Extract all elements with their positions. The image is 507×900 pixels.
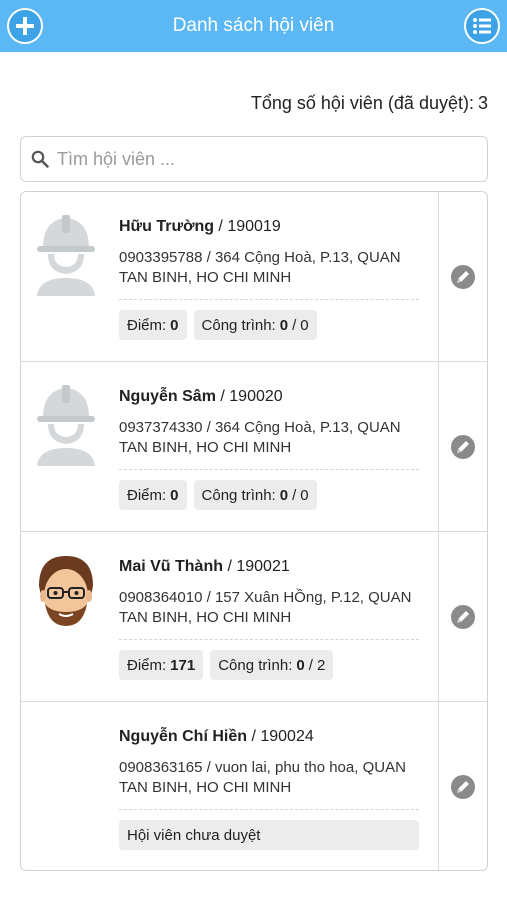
points-value: 0 [170, 486, 179, 504]
projects-done: 0 [279, 486, 289, 504]
search-box[interactable] [20, 136, 488, 182]
edit-icon[interactable] [450, 264, 476, 290]
menu-list-button[interactable] [464, 8, 500, 44]
app-header: Danh sách hội viên [0, 0, 507, 52]
points-badge: Điểm: 171 [119, 650, 204, 680]
member-action-column [438, 362, 487, 531]
points-label: Điểm: [127, 656, 167, 674]
member-total: Tổng số hội viên (đã duyệt): 3 [251, 93, 488, 114]
member-name-line: Mai Vũ Thành / 190021 [119, 558, 290, 575]
member-total-label: Tổng số hội viên (đã duyệt): [250, 93, 474, 113]
member-name-line: Nguyễn Chí Hiền / 190024 [119, 728, 314, 745]
member-card[interactable]: Nguyễn Sâm / 190020 0937374330 / 364 Cộn… [21, 362, 487, 532]
add-icon [16, 17, 34, 35]
edit-icon[interactable] [450, 604, 476, 630]
edit-icon[interactable] [450, 774, 476, 800]
member-stats: Điểm: 171 Công trình: 0/2 [119, 650, 421, 680]
member-info: Mai Vũ Thành / 190021 0908364010 / 157 X… [119, 558, 421, 680]
member-name: Nguyễn Chí Hiền [119, 728, 248, 745]
member-total-count: 3 [477, 93, 488, 113]
projects-separator: / [292, 486, 297, 504]
add-button[interactable] [7, 8, 43, 44]
member-name-line: Hữu Trường / 190019 [119, 218, 281, 235]
points-label: Điểm: [127, 486, 167, 504]
member-phone: 0903395788 [119, 249, 203, 266]
member-info: Nguyễn Chí Hiền / 190024 0908363165 / vu… [119, 728, 421, 850]
projects-label: Công trình: [201, 316, 276, 334]
member-contact: 0908364010 / 157 Xuân HỒng, P.12, QUAN T… [119, 589, 412, 626]
projects-separator: / [292, 316, 297, 334]
member-action-column [438, 702, 487, 870]
cartoon-face-avatar [39, 556, 93, 626]
projects-badge: Công trình: 0/2 [210, 650, 334, 680]
member-info: Nguyễn Sâm / 190020 0937374330 / 364 Cộn… [119, 388, 421, 510]
status-text: Hội viên chưa duyệt [127, 826, 261, 844]
projects-separator: / [308, 656, 313, 674]
member-id: 190024 [260, 728, 314, 745]
member-phone: 0908363165 [119, 759, 203, 776]
points-label: Điểm: [127, 316, 167, 334]
projects-badge: Công trình: 0/0 [193, 310, 317, 340]
projects-total: 0 [300, 316, 309, 334]
projects-label: Công trình: [218, 656, 293, 674]
member-card[interactable]: Hữu Trường / 190019 0903395788 / 364 Cộn… [21, 192, 487, 362]
projects-badge: Công trình: 0/0 [193, 480, 317, 510]
list-icon [473, 18, 491, 34]
member-contact: 0937374330 / 364 Cộng Hoà, P.13, QUAN TA… [119, 419, 401, 456]
worker-helmet-icon [37, 385, 95, 466]
member-card[interactable]: Nguyễn Chí Hiền / 190024 0908363165 / vu… [21, 702, 487, 870]
points-badge: Điểm: 0 [119, 480, 187, 510]
member-phone: 0937374330 [119, 419, 203, 436]
member-stats: Điểm: 0 Công trình: 0/0 [119, 480, 421, 510]
member-name: Mai Vũ Thành [119, 558, 223, 575]
projects-done: 0 [279, 316, 289, 334]
projects-done: 0 [296, 656, 305, 674]
projects-total: 0 [300, 486, 309, 504]
projects-total: 2 [316, 656, 326, 674]
member-stats: Hội viên chưa duyệt [119, 820, 421, 850]
member-name-line: Nguyễn Sâm / 190020 [119, 388, 283, 405]
worker-helmet-icon [37, 215, 95, 296]
points-value: 0 [170, 316, 179, 334]
member-stats: Điểm: 0 Công trình: 0/0 [119, 310, 421, 340]
member-action-column [438, 532, 487, 701]
divider [119, 639, 419, 640]
member-info: Hữu Trường / 190019 0903395788 / 364 Cộn… [119, 218, 421, 340]
points-badge: Điểm: 0 [119, 310, 187, 340]
divider [119, 469, 419, 470]
member-phone: 0908364010 [119, 589, 203, 606]
member-list: Hữu Trường / 190019 0903395788 / 364 Cộn… [20, 191, 488, 871]
member-contact: 0908363165 / vuon lai, phu tho hoa, QUAN… [119, 759, 406, 796]
member-card[interactable]: Mai Vũ Thành / 190021 0908364010 / 157 X… [21, 532, 487, 702]
search-input[interactable] [57, 148, 457, 170]
member-name: Hữu Trường [119, 218, 214, 235]
member-action-column [438, 192, 487, 361]
edit-icon[interactable] [450, 434, 476, 460]
member-id: 190020 [229, 388, 283, 405]
projects-label: Công trình: [201, 486, 276, 504]
member-name: Nguyễn Sâm [119, 388, 216, 405]
member-id: 190021 [236, 558, 290, 575]
status-badge: Hội viên chưa duyệt [119, 820, 419, 850]
points-value: 171 [170, 656, 196, 674]
member-contact: 0903395788 / 364 Cộng Hoà, P.13, QUAN TA… [119, 249, 401, 286]
search-icon [31, 150, 49, 168]
divider [119, 809, 419, 810]
page-title: Danh sách hội viên [172, 15, 335, 36]
member-id: 190019 [227, 218, 281, 235]
divider [119, 299, 419, 300]
